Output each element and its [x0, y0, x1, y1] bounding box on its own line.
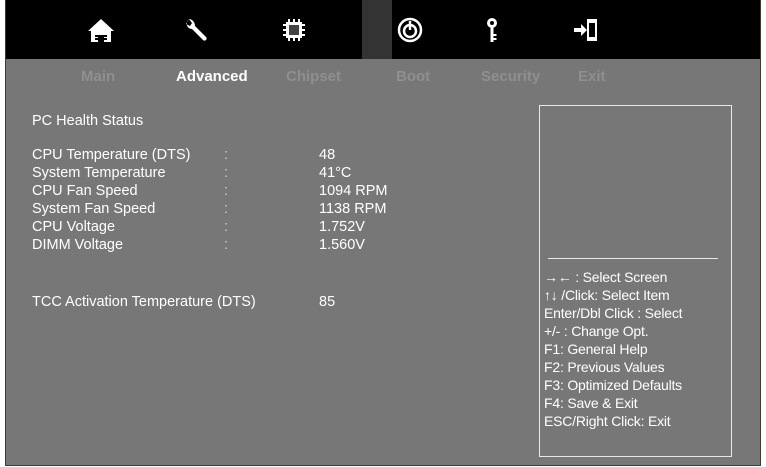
reading-value: 48 — [319, 147, 336, 163]
help-line: F1: General Help — [544, 341, 648, 357]
chip-icon[interactable] — [276, 0, 312, 59]
wrench-icon[interactable] — [180, 0, 216, 59]
home-icon[interactable] — [83, 0, 119, 59]
help-line: F2: Previous Values — [544, 359, 665, 375]
power-icon[interactable] — [392, 0, 428, 59]
help-line: +/- : Change Opt. — [544, 323, 649, 339]
reading-label: System Fan Speed — [32, 201, 156, 217]
help-divider — [548, 258, 718, 259]
reading-separator: : — [224, 147, 229, 163]
help-panel: →← : Select Screen ↑↓ /Click: Select Ite… — [539, 105, 732, 457]
reading-separator: : — [224, 237, 229, 253]
reading-label: CPU Voltage — [32, 219, 116, 235]
reading-value: 1138 RPM — [319, 201, 387, 217]
reading-value: 1094 RPM — [319, 183, 388, 199]
tab-chipset[interactable]: Chipset — [286, 68, 341, 85]
key-icon[interactable] — [474, 0, 510, 59]
reading-label: DIMM Voltage — [32, 237, 124, 253]
help-line: Enter/Dbl Click : Select — [544, 305, 683, 321]
help-line: F3: Optimized Defaults — [544, 377, 682, 393]
help-line: ESC/Right Click: Exit — [544, 413, 671, 429]
tab-exit[interactable]: Exit — [578, 68, 606, 85]
reading-label: System Temperature — [32, 165, 166, 181]
tab-boot[interactable]: Boot — [396, 68, 430, 85]
reading-value: 1.752V — [319, 219, 365, 235]
reading-separator: : — [224, 201, 229, 217]
reading-value: 41°C — [319, 165, 352, 181]
main-content: PC Health Status CPU Temperature (DTS) :… — [6, 93, 760, 466]
reading-label: CPU Temperature (DTS) — [32, 147, 191, 163]
help-line: →← : Select Screen — [544, 269, 668, 285]
help-line: ↑↓ /Click: Select Item — [544, 287, 670, 303]
icon-toolbar — [6, 0, 760, 59]
reading-value: 1.560V — [319, 237, 365, 253]
menu-tabs: Main Advanced Chipset Boot Security Exit — [6, 59, 760, 93]
bios-window: Main Advanced Chipset Boot Security Exit… — [5, 0, 761, 466]
tab-advanced[interactable]: Advanced — [176, 68, 248, 85]
tcc-label[interactable]: TCC Activation Temperature (DTS) — [32, 294, 256, 310]
reading-separator: : — [224, 183, 229, 199]
tab-security[interactable]: Security — [481, 68, 540, 85]
reading-label: CPU Fan Speed — [32, 183, 138, 199]
help-line: F4: Save & Exit — [544, 395, 638, 411]
power-icon-tab[interactable] — [362, 0, 392, 59]
reading-separator: : — [224, 219, 229, 235]
section-title: PC Health Status — [32, 113, 144, 129]
tcc-value[interactable]: 85 — [319, 294, 335, 310]
tab-main[interactable]: Main — [81, 68, 115, 85]
exit-door-icon[interactable] — [568, 0, 604, 59]
reading-separator: : — [224, 165, 229, 181]
